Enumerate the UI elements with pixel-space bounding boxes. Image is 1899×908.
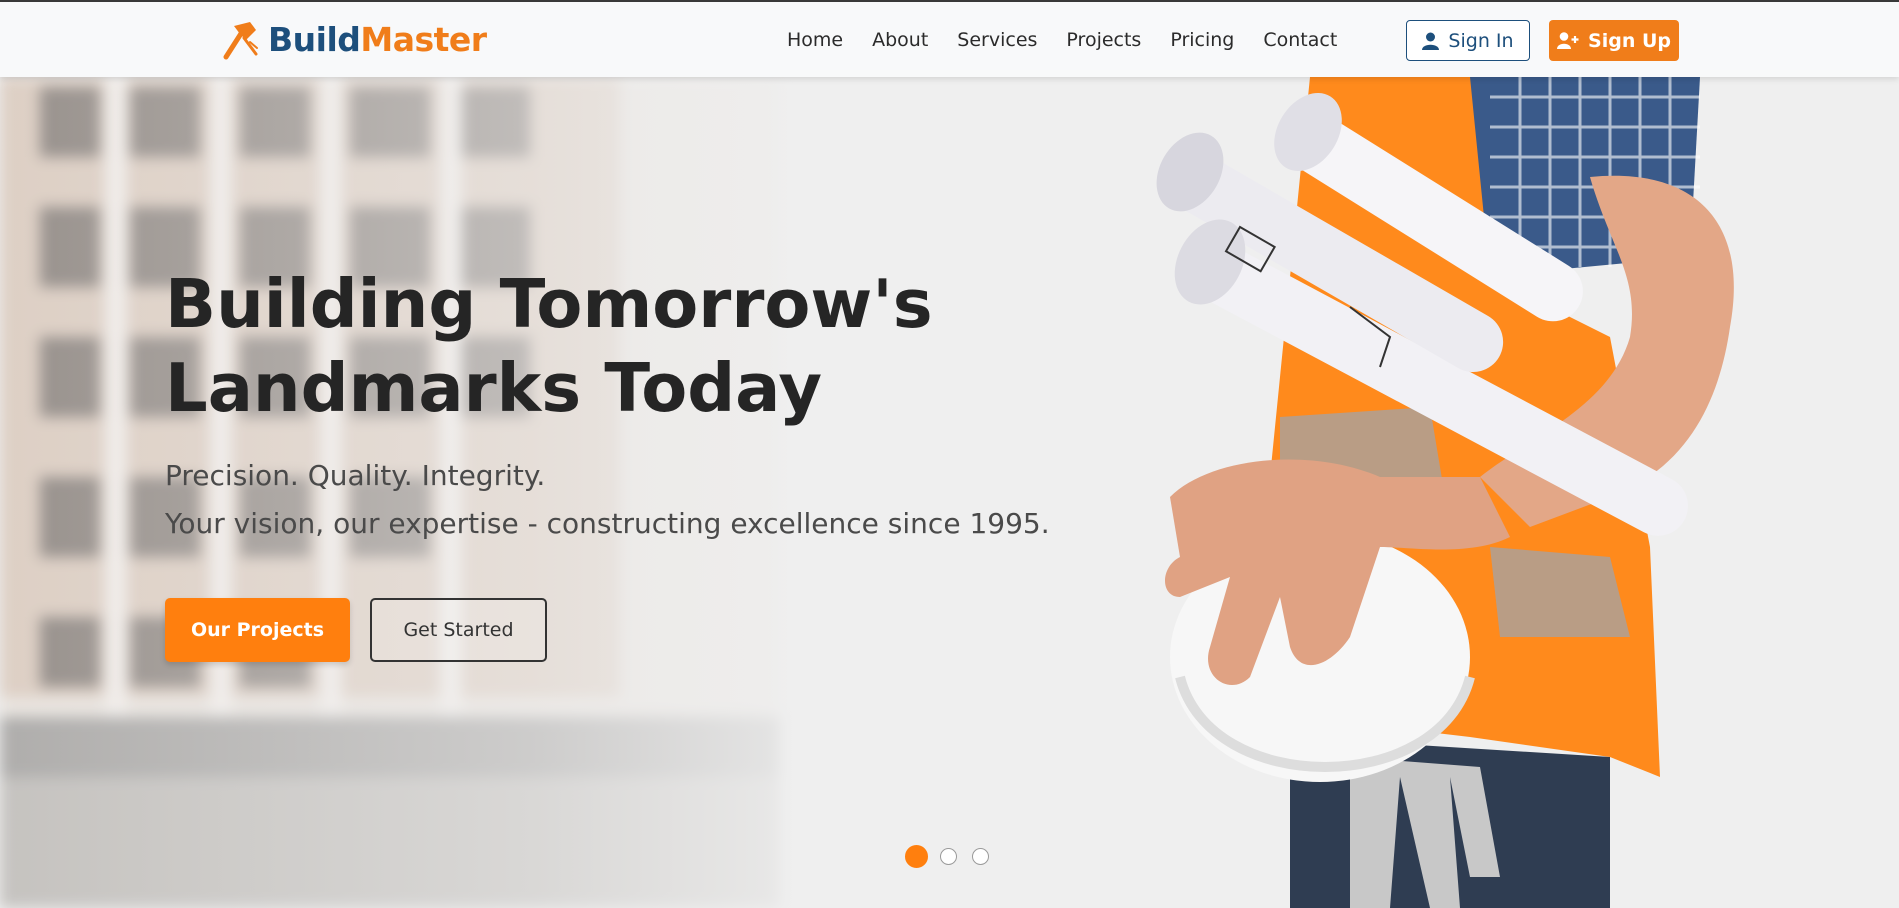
sign-in-label: Sign In: [1448, 29, 1514, 52]
hero-title: Building Tomorrow's Landmarks Today: [165, 262, 1065, 430]
hammer-icon: [223, 22, 258, 60]
construction-worker-image: [1156, 77, 1734, 908]
get-started-button[interactable]: Get Started: [370, 598, 547, 662]
carousel-dot-3[interactable]: [972, 848, 989, 865]
brand-name-part2: Master: [360, 19, 487, 59]
sign-in-button[interactable]: Sign In: [1406, 20, 1530, 61]
hero-section: Building Tomorrow's Landmarks Today Prec…: [0, 77, 1899, 908]
nav-contact[interactable]: Contact: [1263, 29, 1337, 51]
brand-logo[interactable]: BuildMaster: [220, 18, 487, 60]
carousel-dot-1[interactable]: [905, 845, 928, 868]
sign-up-button[interactable]: Sign Up: [1549, 20, 1679, 61]
sign-up-label: Sign Up: [1588, 29, 1671, 52]
brand-name: BuildMaster: [268, 20, 487, 59]
hero-description: Your vision, our expertise - constructin…: [165, 507, 1050, 540]
carousel-indicators: [905, 845, 1004, 868]
hero-title-line2: Landmarks Today: [165, 349, 823, 427]
carousel-dot-2[interactable]: [940, 848, 957, 865]
nav-about[interactable]: About: [872, 29, 928, 51]
nav-projects[interactable]: Projects: [1066, 29, 1141, 51]
nav-pricing[interactable]: Pricing: [1170, 29, 1234, 51]
user-icon: [1422, 32, 1440, 50]
user-plus-icon: [1557, 32, 1579, 49]
nav-services[interactable]: Services: [957, 29, 1037, 51]
hero-title-line1: Building Tomorrow's: [165, 265, 933, 343]
nav-home[interactable]: Home: [787, 29, 843, 51]
hero-tagline: Precision. Quality. Integrity.: [165, 459, 546, 492]
site-header: BuildMaster Home About Services Projects…: [0, 2, 1899, 77]
our-projects-button[interactable]: Our Projects: [165, 598, 350, 662]
main-nav: Home About Services Projects Pricing Con…: [787, 29, 1366, 51]
brand-name-part1: Build: [268, 19, 361, 59]
